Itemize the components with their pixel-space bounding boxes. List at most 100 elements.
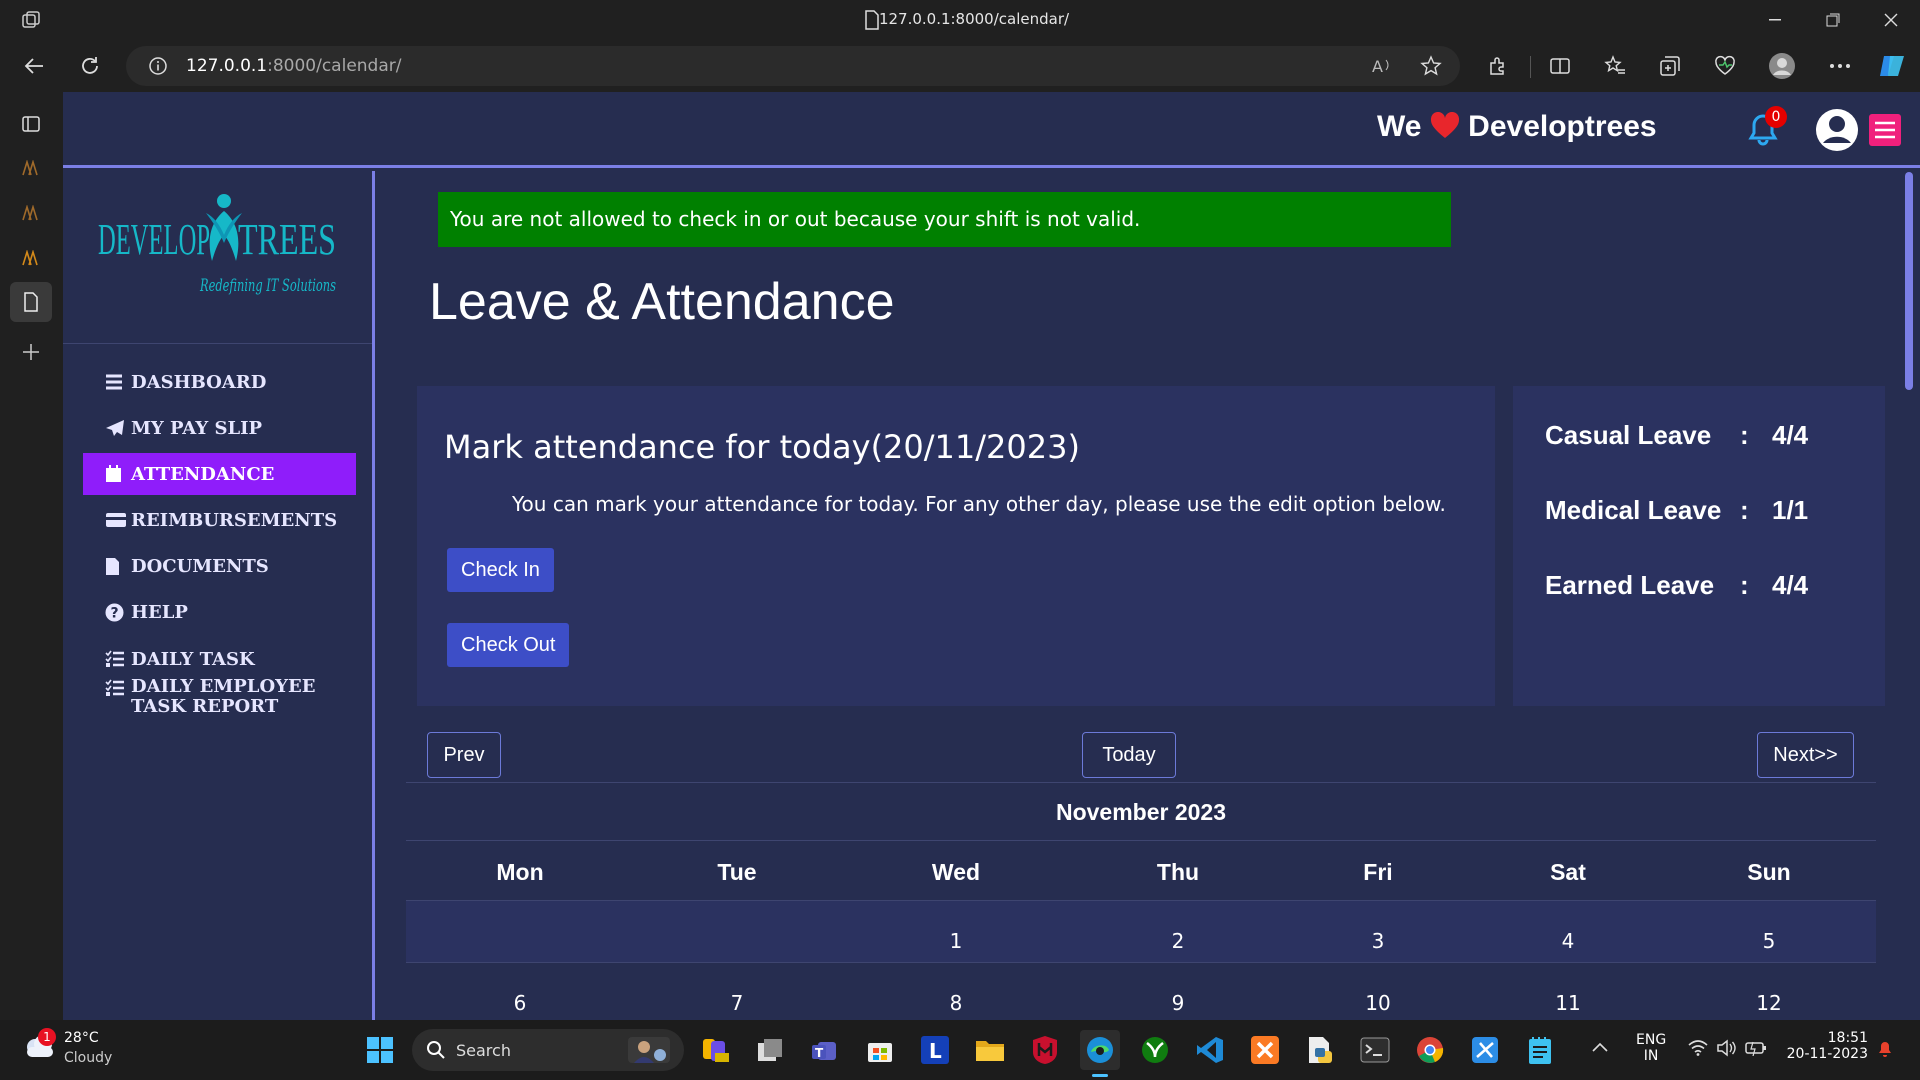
l-app-icon[interactable]: L <box>915 1030 955 1070</box>
tab-active-page-icon[interactable] <box>10 282 52 322</box>
language-indicator[interactable]: ENG IN <box>1636 1032 1666 1064</box>
page-scrollbar[interactable] <box>1905 172 1913 390</box>
prev-month-button[interactable]: Prev <box>427 732 501 778</box>
weather-badge: 1 <box>38 1028 56 1046</box>
web-page: We Developtrees 0 DEVELOP TREES Redefini… <box>63 92 1920 1020</box>
microsoft-store-icon[interactable] <box>860 1030 900 1070</box>
extensions-icon[interactable] <box>1478 46 1518 86</box>
address-bar[interactable]: 127.0.0.1:8000/calendar/ A <box>126 46 1460 86</box>
sidebar-item-help[interactable]: ? HELP <box>83 591 356 633</box>
tab-favicon-icon[interactable] <box>10 193 52 233</box>
sidebar-item-daily-employee-task-report[interactable]: DAILY EMPLOYEE TASK REPORT <box>83 677 356 729</box>
list-icon <box>105 374 127 390</box>
taskbar-search[interactable]: Search <box>412 1029 684 1071</box>
clock[interactable]: 18:51 20-11-2023 <box>1780 1030 1868 1062</box>
sidebar-item-attendance[interactable]: ATTENDANCE <box>83 453 356 495</box>
back-arrow-icon[interactable] <box>14 46 54 86</box>
tab-actions-icon[interactable] <box>10 104 52 144</box>
calendar-day-cell[interactable]: 12 <box>1729 991 1809 1015</box>
read-aloud-icon[interactable]: A <box>1372 56 1394 76</box>
calendar-day-cell[interactable]: 9 <box>1138 991 1218 1015</box>
volume-icon[interactable] <box>1716 1039 1736 1057</box>
toolbar-divider <box>1530 56 1531 78</box>
calendar-day-cell[interactable]: 7 <box>697 991 777 1015</box>
calendar-day-cell[interactable]: 8 <box>916 991 996 1015</box>
question-circle-icon: ? <box>105 603 127 622</box>
weekday-header: Sun <box>1747 859 1791 885</box>
favorite-star-icon[interactable] <box>1420 55 1442 77</box>
tab-favicon-icon[interactable] <box>10 148 52 188</box>
check-in-button[interactable]: Check In <box>447 548 554 592</box>
svg-text:Redefining IT Solutions: Redefining IT Solutions <box>199 276 336 296</box>
sidebar-item-reimbursements[interactable]: REIMBURSEMENTS <box>83 499 356 541</box>
calendar-day-cell[interactable]: 3 <box>1338 929 1418 953</box>
attendance-card: Mark attendance for today(20/11/2023) Yo… <box>417 386 1495 706</box>
windows-start-icon[interactable] <box>360 1030 400 1070</box>
calendar-day-cell[interactable]: 1 <box>916 929 996 953</box>
calendar-day-cell[interactable]: 2 <box>1138 929 1218 953</box>
file-explorer-icon[interactable] <box>970 1030 1010 1070</box>
browser-essentials-icon[interactable] <box>1705 46 1745 86</box>
paper-plane-icon <box>105 419 127 437</box>
sidebar-item-my-pay-slip[interactable]: MY PAY SLIP <box>83 407 356 449</box>
check-out-button[interactable]: Check Out <box>447 623 570 667</box>
minimize-button[interactable] <box>1752 0 1798 40</box>
hamburger-menu-icon[interactable] <box>1869 114 1901 146</box>
sidebar-item-dashboard[interactable]: DASHBOARD <box>83 361 356 403</box>
restore-button[interactable] <box>1810 0 1856 40</box>
sidebar-item-daily-task[interactable]: DAILY TASK <box>83 638 356 680</box>
site-header: We Developtrees 0 <box>63 92 1920 168</box>
edge-browser-icon[interactable] <box>1080 1030 1120 1070</box>
user-account-icon[interactable] <box>1815 108 1859 152</box>
calendar-day-cell[interactable]: 6 <box>480 991 560 1015</box>
svg-text:L: L <box>929 1039 942 1063</box>
weekday-header: Wed <box>931 859 981 885</box>
refresh-icon[interactable] <box>70 46 110 86</box>
casual-leave-row: Casual Leave:4/4 <box>1545 420 1809 450</box>
xampp-icon[interactable] <box>1245 1030 1285 1070</box>
copilot-app-icon[interactable] <box>696 1030 736 1070</box>
new-tab-plus-icon[interactable] <box>10 332 52 372</box>
terminal-icon[interactable] <box>1355 1030 1395 1070</box>
windows-taskbar: 1 28°C Cloudy Search T L ENG IN 18:51 20… <box>0 1020 1920 1080</box>
vscode-icon[interactable] <box>1190 1030 1230 1070</box>
calendar-day-cell[interactable]: 4 <box>1528 929 1608 953</box>
task-view-icon[interactable] <box>750 1030 790 1070</box>
next-month-button[interactable]: Next>> <box>1757 732 1854 778</box>
sidebar-item-label: DAILY EMPLOYEE TASK REPORT <box>131 676 316 717</box>
chevron-up-icon[interactable] <box>1592 1042 1608 1052</box>
weekday-header: Sat <box>1550 859 1586 885</box>
calendar-day-cell[interactable]: 11 <box>1528 991 1608 1015</box>
snipping-tool-icon[interactable] <box>1465 1030 1505 1070</box>
calendar-day-cell[interactable]: 5 <box>1729 929 1809 953</box>
url-text: 127.0.0.1:8000/calendar/ <box>186 56 402 76</box>
teams-icon[interactable]: T <box>805 1030 845 1070</box>
close-button[interactable] <box>1868 0 1914 40</box>
attendance-title: Mark attendance for today(20/11/2023) <box>444 428 1080 466</box>
calendar: November 2023 Mon Tue Wed Thu Fri Sat Su… <box>406 782 1876 1020</box>
split-screen-icon[interactable] <box>1540 46 1580 86</box>
more-menu-icon[interactable] <box>1820 46 1860 86</box>
collections-icon[interactable] <box>1650 46 1690 86</box>
tab-title: 127.0.0.1:8000/calendar/ <box>0 10 1920 30</box>
wifi-icon[interactable] <box>1688 1040 1708 1056</box>
profile-avatar-icon[interactable] <box>1762 46 1802 86</box>
page-title: Leave & Attendance <box>429 273 895 331</box>
copilot-icon[interactable] <box>1872 46 1912 86</box>
site-info-icon[interactable] <box>148 56 168 76</box>
notification-bell-icon[interactable] <box>1876 1038 1894 1058</box>
today-button[interactable]: Today <box>1082 732 1176 778</box>
notepad-python-icon[interactable] <box>1300 1030 1340 1070</box>
developtrees-logo[interactable]: DEVELOP TREES Redefining IT Solutions <box>98 189 338 309</box>
heart-icon <box>1430 112 1460 140</box>
xbox-icon[interactable] <box>1135 1030 1175 1070</box>
svg-text:?: ? <box>111 605 119 621</box>
sidebar-item-documents[interactable]: DOCUMENTS <box>83 545 356 587</box>
favorites-icon[interactable] <box>1595 46 1635 86</box>
calendar-day-cell[interactable]: 10 <box>1338 991 1418 1015</box>
tab-favicon-icon[interactable] <box>10 238 52 278</box>
notepad-icon[interactable] <box>1520 1030 1560 1070</box>
battery-icon[interactable] <box>1745 1040 1767 1056</box>
mcafee-icon[interactable] <box>1025 1030 1065 1070</box>
chrome-icon[interactable] <box>1410 1030 1450 1070</box>
